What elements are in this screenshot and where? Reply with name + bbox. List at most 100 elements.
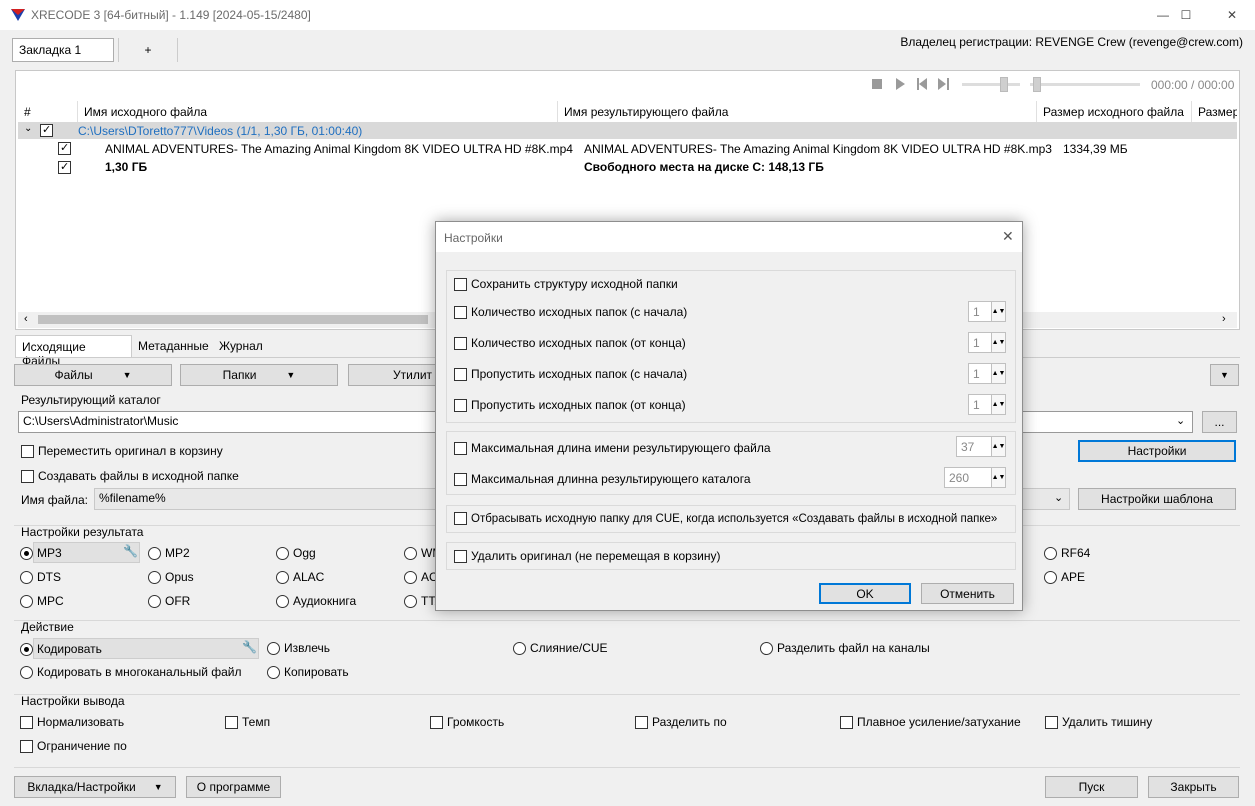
format-rf64-radio[interactable] (1044, 546, 1057, 560)
action-encode-multi[interactable]: Кодировать в многоканальный файл (20, 665, 242, 679)
group-checkbox[interactable] (40, 124, 53, 137)
close-window-button[interactable]: ✕ (1209, 0, 1255, 30)
format-opus[interactable]: Opus (148, 570, 194, 584)
opt-normalize-checkbox[interactable] (20, 715, 33, 729)
settings-button[interactable]: Настройки (1078, 440, 1236, 462)
target-filename[interactable]: ANIMAL ADVENTURES- The Amazing Animal Ki… (584, 142, 1052, 156)
format-ac[interactable]: AC (404, 570, 438, 584)
action-encode[interactable]: Кодировать (20, 642, 102, 656)
action-merge[interactable]: Слияние/CUE (513, 641, 608, 655)
move-to-bin-option[interactable]: Переместить оригинал в корзину (21, 444, 223, 458)
action-split-channels-radio[interactable] (760, 641, 773, 655)
action-split-channels[interactable]: Разделить файл на каналы (760, 641, 930, 655)
format-ape-radio[interactable] (1044, 570, 1057, 584)
opt-split-by[interactable]: Разделить по (635, 715, 727, 729)
column-header-source-size[interactable]: Размер исходного файла (1037, 101, 1192, 122)
count-end-spinner[interactable]: 1 ▲▼ (968, 332, 1006, 353)
format-audiobook[interactable]: Аудиокнига (276, 594, 356, 608)
move-to-bin-checkbox[interactable] (21, 444, 34, 458)
action-encode-radio[interactable] (20, 642, 33, 656)
keep-structure-checkbox[interactable] (454, 277, 467, 291)
skip-end-option[interactable]: Пропустить исходных папок (от конца) (454, 398, 686, 412)
opt-limit-by[interactable]: Ограничение по (20, 739, 127, 753)
count-start-spinner[interactable]: 1 ▲▼ (968, 301, 1006, 322)
format-rf64[interactable]: RF64 (1044, 546, 1090, 560)
format-audiobook-radio[interactable] (276, 594, 289, 608)
format-ape[interactable]: APE (1044, 570, 1085, 584)
format-dts[interactable]: DTS (20, 570, 61, 584)
skip-start-spinner[interactable]: 1 ▲▼ (968, 363, 1006, 384)
files-button[interactable]: Файлы ▼ (14, 364, 172, 386)
position-slider[interactable] (1030, 83, 1140, 86)
max-name-spinner[interactable]: 37 ▲▼ (956, 436, 1006, 457)
format-ofr[interactable]: OFR (148, 594, 190, 608)
opt-fade[interactable]: Плавное усиление/затухание (840, 715, 1021, 729)
tab-source-files[interactable]: Исходящие Файлы (15, 335, 132, 368)
skip-start-option[interactable]: Пропустить исходных папок (с начала) (454, 367, 687, 381)
toolbar-menu-dropdown-icon[interactable]: ▼ (1210, 364, 1239, 386)
close-button[interactable]: Закрыть (1148, 776, 1239, 798)
format-alac[interactable]: ALAC (276, 570, 324, 584)
spinner-arrows-icon[interactable]: ▲▼ (991, 364, 1005, 383)
tab-metadata[interactable]: Метаданные (134, 337, 213, 355)
opt-volume-checkbox[interactable] (430, 715, 443, 729)
count-end-checkbox[interactable] (454, 336, 467, 350)
format-ofr-radio[interactable] (148, 594, 161, 608)
wrench-icon[interactable]: 🔧 (123, 544, 138, 558)
opt-normalize[interactable]: Нормализовать (20, 715, 124, 729)
opt-volume[interactable]: Громкость (430, 715, 504, 729)
browse-button[interactable]: ... (1202, 411, 1237, 433)
about-button[interactable]: О программе (186, 776, 281, 798)
action-extract[interactable]: Извлечь (267, 641, 330, 655)
dialog-cancel-button[interactable]: Отменить (921, 583, 1014, 604)
source-filename[interactable]: ANIMAL ADVENTURES- The Amazing Animal Ki… (105, 142, 573, 156)
column-header-source-name[interactable]: Имя исходного файла (78, 101, 558, 122)
action-copy[interactable]: Копировать (267, 665, 349, 679)
opt-split-by-checkbox[interactable] (635, 715, 648, 729)
scroll-left-icon[interactable]: ‹ (24, 313, 28, 325)
skip-end-spinner[interactable]: 1 ▲▼ (968, 394, 1006, 415)
format-mpc-radio[interactable] (20, 594, 33, 608)
position-slider-thumb[interactable] (1033, 77, 1041, 92)
tab-settings-button[interactable]: Вкладка/Настройки ▼ (14, 776, 176, 798)
stop-icon[interactable] (872, 79, 882, 89)
delete-original-checkbox[interactable] (454, 549, 467, 563)
opt-tempo[interactable]: Темп (225, 715, 270, 729)
create-in-source-checkbox[interactable] (21, 469, 34, 483)
template-settings-button[interactable]: Настройки шаблона (1078, 488, 1236, 510)
tab-log[interactable]: Журнал (215, 337, 267, 355)
column-header-target-name[interactable]: Имя результирующего файла (558, 101, 1037, 122)
column-header-size[interactable]: Размер (1192, 101, 1237, 122)
format-mp2[interactable]: MP2 (148, 546, 190, 560)
collapse-chevron-icon[interactable]: ⌄ (24, 123, 32, 134)
max-name-checkbox[interactable] (454, 441, 467, 455)
format-ac-radio[interactable] (404, 570, 417, 584)
scrollbar-thumb[interactable] (38, 315, 428, 324)
opt-tempo-checkbox[interactable] (225, 715, 238, 729)
volume-slider[interactable] (962, 83, 1020, 86)
previous-icon[interactable] (917, 78, 928, 90)
skip-end-checkbox[interactable] (454, 398, 467, 412)
count-start-checkbox[interactable] (454, 305, 467, 319)
start-button[interactable]: Пуск (1045, 776, 1138, 798)
dialog-ok-button[interactable]: OK (819, 583, 911, 604)
format-mp2-radio[interactable] (148, 546, 161, 560)
action-extract-radio[interactable] (267, 641, 280, 655)
folders-button[interactable]: Папки ▼ (180, 364, 338, 386)
add-tab-button[interactable]: + (118, 38, 178, 62)
count-start-option[interactable]: Количество исходных папок (с начала) (454, 305, 687, 319)
format-mp3[interactable]: MP3 (20, 546, 62, 560)
max-dir-option[interactable]: Максимальная длинна результирующего ката… (454, 472, 751, 486)
total-checkbox[interactable] (58, 161, 71, 174)
format-wm-radio[interactable] (404, 546, 417, 560)
format-dts-radio[interactable] (20, 570, 33, 584)
max-dir-checkbox[interactable] (454, 472, 467, 486)
format-tta-radio[interactable] (404, 594, 417, 608)
format-alac-radio[interactable] (276, 570, 289, 584)
cue-drop-option[interactable]: Отбрасывать исходную папку для CUE, когд… (454, 512, 997, 525)
action-encode-multi-radio[interactable] (20, 665, 33, 679)
column-header-number[interactable]: # (18, 101, 78, 122)
dialog-close-icon[interactable]: ✕ (1002, 228, 1014, 245)
wrench-icon[interactable]: 🔧 (242, 640, 257, 654)
max-dir-spinner[interactable]: 260 ▲▼ (944, 467, 1006, 488)
